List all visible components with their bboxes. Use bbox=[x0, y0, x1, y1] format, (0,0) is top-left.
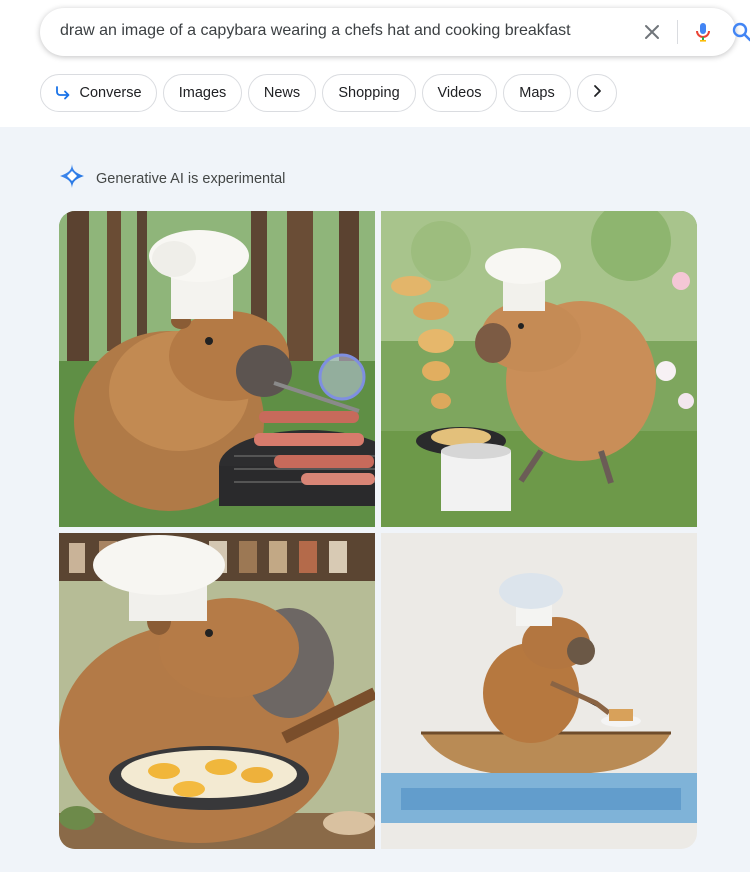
generated-image-2[interactable] bbox=[381, 211, 697, 527]
generated-image-grid bbox=[59, 211, 697, 849]
chip-maps[interactable]: Maps bbox=[503, 74, 571, 112]
chip-next-button[interactable] bbox=[577, 74, 617, 112]
chip-label: News bbox=[263, 85, 301, 101]
generative-ai-panel: Generative AI is experimental bbox=[0, 127, 750, 872]
chip-shopping[interactable]: Shopping bbox=[322, 74, 416, 112]
generated-image-1[interactable] bbox=[59, 211, 375, 527]
chip-label: Maps bbox=[519, 85, 555, 101]
generated-image-3[interactable] bbox=[59, 533, 375, 849]
reply-arrow-icon bbox=[55, 86, 71, 100]
chevron-right-icon bbox=[590, 84, 604, 102]
ai-header: Generative AI is experimental bbox=[59, 163, 285, 194]
chip-images[interactable]: Images bbox=[163, 74, 242, 112]
gemini-sparkle-icon bbox=[59, 163, 85, 194]
search-bar[interactable]: draw an image of a capybara wearing a ch… bbox=[40, 8, 750, 56]
search-icon[interactable] bbox=[730, 20, 750, 44]
chip-label: Images bbox=[178, 85, 227, 101]
chip-label: Shopping bbox=[338, 85, 400, 101]
chip-converse[interactable]: Converse bbox=[40, 74, 157, 112]
chip-news[interactable]: News bbox=[248, 74, 316, 112]
generated-image-4[interactable] bbox=[381, 533, 697, 849]
microphone-icon[interactable] bbox=[691, 20, 715, 44]
chip-videos[interactable]: Videos bbox=[422, 74, 497, 112]
search-input[interactable]: draw an image of a capybara wearing a ch… bbox=[60, 22, 571, 40]
ai-experimental-label: Generative AI is experimental bbox=[96, 170, 286, 187]
close-icon[interactable] bbox=[640, 20, 664, 44]
chip-label: Videos bbox=[437, 85, 482, 101]
search-divider bbox=[677, 20, 678, 44]
chip-label: Converse bbox=[79, 85, 142, 101]
